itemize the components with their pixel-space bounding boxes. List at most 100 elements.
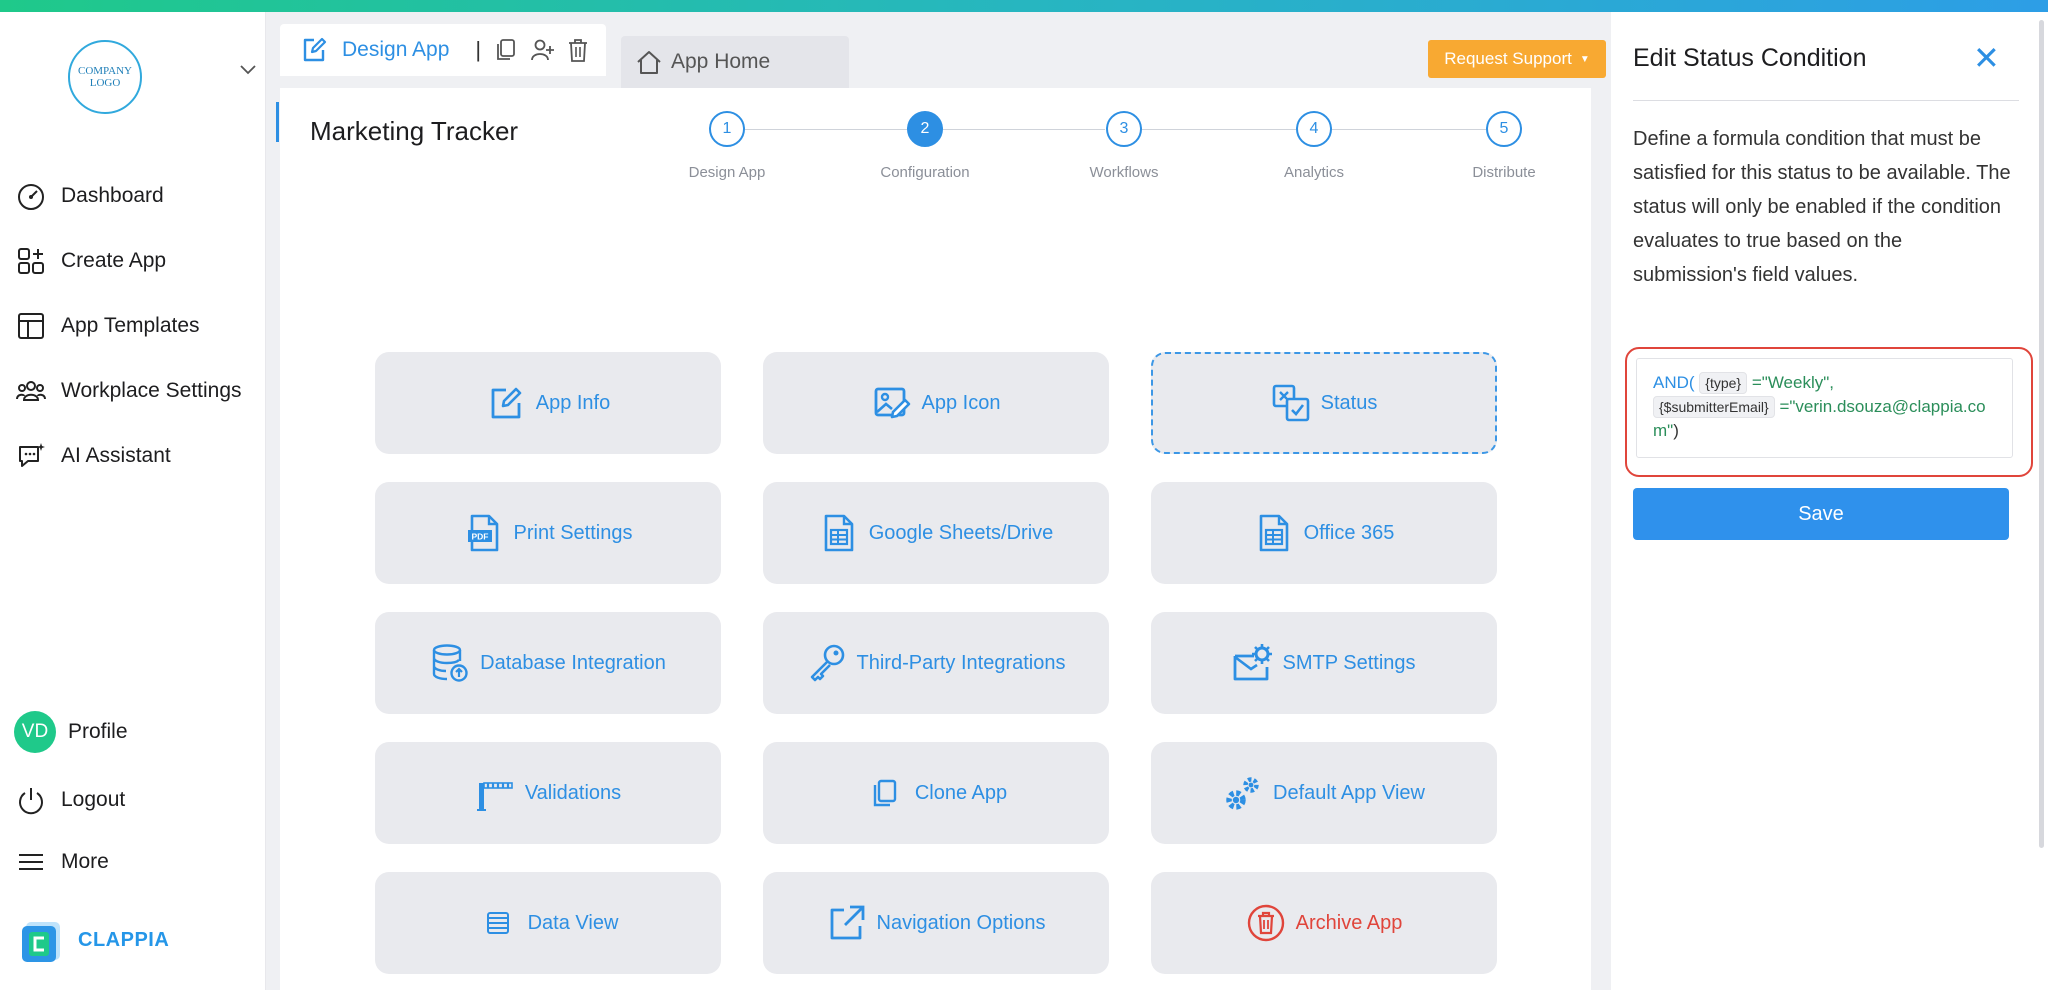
tile-label: Validations (524, 781, 622, 804)
sidebar-item-more[interactable]: More (16, 840, 256, 884)
company-logo[interactable]: COMPANY LOGO (68, 40, 142, 114)
save-button[interactable]: Save (1633, 488, 2009, 540)
menu-icon (19, 854, 43, 870)
sidebar-item-label: AI Assistant (61, 444, 171, 467)
tile-office-365[interactable]: Office 365 (1151, 482, 1497, 584)
chevron-down-icon[interactable] (240, 62, 256, 80)
sidebar-item-logout[interactable]: Logout (16, 778, 256, 822)
configuration-content: Marketing Tracker 1 Design App 2 Configu… (276, 88, 1591, 990)
tile-database-integration[interactable]: Database Integration (375, 612, 721, 714)
tile-app-info[interactable]: App Info (375, 352, 721, 454)
tile-navigation-options[interactable]: Navigation Options (763, 872, 1109, 974)
request-support-button[interactable]: Request Support ▼ (1428, 40, 1606, 78)
step-5[interactable]: 5 (1486, 111, 1522, 147)
sidebar-item-label: Workplace Settings (61, 379, 242, 402)
tile-label: App Info (535, 391, 611, 414)
sidebar-item-create-app[interactable]: Create App (16, 239, 256, 283)
clappia-logo-icon (20, 920, 60, 962)
tile-label: Print Settings (513, 521, 633, 544)
tile-label: Database Integration (480, 651, 666, 674)
tile-label: Navigation Options (876, 911, 1046, 934)
step-1[interactable]: 1 (709, 111, 745, 147)
tile-google-sheets-drive[interactable]: Google Sheets/Drive (763, 482, 1109, 584)
step-1-label: Design App (688, 164, 766, 181)
list-icon (486, 912, 509, 934)
formula-editor[interactable]: AND( {type} ="Weekly", {$submitterEmail}… (1636, 358, 2013, 458)
sidebar-item-ai-assistant[interactable]: AI Assistant (16, 434, 256, 478)
sheet-icon (1259, 514, 1288, 552)
page-title: Marketing Tracker (310, 116, 519, 146)
ai-chat-icon (19, 443, 45, 467)
formula-value: "Weekly", (1761, 373, 1834, 392)
sidebar-item-workplace-settings[interactable]: Workplace Settings (16, 369, 256, 413)
tab-bar: Design App | App Home Request Support ▼ (280, 24, 1606, 88)
step-number: 1 (722, 120, 732, 137)
step-3[interactable]: 3 (1106, 111, 1142, 147)
tab-separator: | (475, 37, 482, 62)
tile-label: Data View (527, 911, 619, 934)
clappia-brand: CLAPPIA (20, 920, 170, 962)
brand-name: CLAPPIA (78, 928, 170, 951)
step-2[interactable]: 2 (907, 111, 943, 147)
main-area: Design App | App Home Request Support ▼ … (266, 12, 1611, 990)
copy-icon[interactable] (493, 37, 519, 63)
tile-data-view[interactable]: Data View (375, 872, 721, 974)
formula-function: AND( (1653, 373, 1695, 392)
tile-label: Default App View (1273, 781, 1425, 804)
tile-status[interactable]: Status (1151, 352, 1497, 454)
panel-divider (1633, 100, 2019, 101)
panel-scrollbar[interactable] (2039, 20, 2044, 848)
tab-app-home-label: App Home (671, 50, 771, 73)
step-number: 2 (920, 120, 930, 137)
sidebar: COMPANY LOGO Dashboard Create App App Te… (0, 12, 266, 990)
mail-gear-icon (1234, 644, 1273, 681)
pdf-icon: PDF (467, 514, 498, 552)
users-icon (16, 381, 46, 401)
tile-clone-app[interactable]: Clone App (763, 742, 1109, 844)
sidebar-item-app-templates[interactable]: App Templates (16, 304, 256, 348)
trash-icon[interactable] (565, 37, 591, 63)
database-icon (432, 644, 468, 682)
step-connector (943, 129, 1105, 130)
external-link-icon (830, 905, 864, 940)
barrier-icon (476, 782, 513, 811)
sidebar-item-dashboard[interactable]: Dashboard (16, 174, 256, 218)
tile-label: Google Sheets/Drive (868, 521, 1054, 544)
tile-smtp-settings[interactable]: SMTP Settings (1151, 612, 1497, 714)
tile-label: Office 365 (1303, 521, 1395, 544)
sidebar-item-profile[interactable]: VD Profile (14, 710, 254, 754)
create-app-icon (18, 248, 44, 274)
copy-icon (873, 779, 897, 807)
step-4[interactable]: 4 (1296, 111, 1332, 147)
field-chip-submitter-email[interactable]: {$submitterEmail} (1653, 396, 1775, 418)
svg-text:PDF: PDF (471, 532, 488, 542)
field-chip-type[interactable]: {type} (1699, 372, 1748, 394)
sheet-icon (824, 514, 854, 552)
tile-app-icon[interactable]: App Icon (763, 352, 1109, 454)
step-number: 4 (1309, 120, 1319, 137)
edit-icon (491, 387, 522, 419)
tab-app-home[interactable]: App Home (621, 36, 849, 88)
tile-third-party-integrations[interactable]: Third-Party Integrations (763, 612, 1109, 714)
tab-tools (493, 37, 601, 63)
more-label: More (61, 850, 109, 873)
tile-label: Archive App (1295, 911, 1403, 934)
tile-archive-app[interactable]: Archive App (1151, 872, 1497, 974)
avatar: VD (14, 711, 56, 753)
tab-design-app[interactable]: Design App | (280, 24, 606, 76)
panel-description: Define a formula condition that must be … (1633, 128, 2011, 286)
tab-design-app-label: Design App (342, 38, 450, 61)
panel-title: Edit Status Condition (1633, 44, 1867, 72)
tile-default-app-view[interactable]: Default App View (1151, 742, 1497, 844)
close-icon[interactable]: ✕ (1973, 40, 2000, 76)
tile-label: SMTP Settings (1282, 651, 1416, 674)
tile-print-settings[interactable]: PDF Print Settings (375, 482, 721, 584)
top-gradient-bar (0, 0, 2048, 12)
add-user-icon[interactable] (529, 37, 555, 63)
tile-validations[interactable]: Validations (375, 742, 721, 844)
home-icon (637, 51, 661, 74)
tile-label: Status (1320, 391, 1378, 414)
step-number: 3 (1119, 120, 1129, 137)
gauge-icon (18, 184, 44, 210)
gears-icon (1226, 777, 1259, 810)
